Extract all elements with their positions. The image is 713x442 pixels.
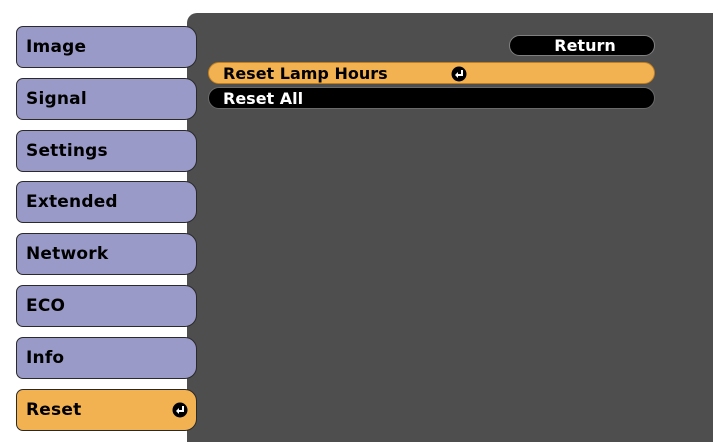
sidebar-item-info[interactable]: Info [16, 337, 197, 379]
return-button[interactable]: Return [509, 35, 655, 56]
sidebar-item-label: Network [26, 244, 109, 264]
sidebar-item-extended[interactable]: Extended [16, 181, 197, 223]
sidebar-item-label: Extended [26, 192, 118, 212]
sidebar-item-label: ECO [26, 296, 66, 316]
sidebar-item-image[interactable]: Image [16, 26, 197, 68]
return-button-label: Return [554, 36, 616, 55]
projector-menu: Image Signal Settings Extended Network E… [0, 0, 713, 442]
enter-icon [451, 66, 467, 86]
option-label: Reset All [223, 88, 304, 108]
sidebar-item-signal[interactable]: Signal [16, 78, 197, 120]
enter-icon [172, 402, 188, 423]
sidebar-item-label: Info [26, 348, 65, 368]
sidebar-item-label: Signal [26, 89, 87, 109]
sidebar-item-label: Settings [26, 141, 108, 161]
sidebar-item-reset[interactable]: Reset [16, 389, 197, 431]
sidebar: Image Signal Settings Extended Network E… [0, 0, 200, 442]
sidebar-item-network[interactable]: Network [16, 233, 197, 275]
reset-lamp-hours-option[interactable]: Reset Lamp Hours [208, 62, 655, 84]
sidebar-item-settings[interactable]: Settings [16, 130, 197, 172]
sidebar-item-label: Image [26, 37, 87, 57]
reset-all-option[interactable]: Reset All [208, 87, 655, 109]
option-label: Reset Lamp Hours [223, 63, 388, 83]
sidebar-item-eco[interactable]: ECO [16, 285, 197, 327]
sidebar-item-label: Reset [26, 400, 82, 420]
